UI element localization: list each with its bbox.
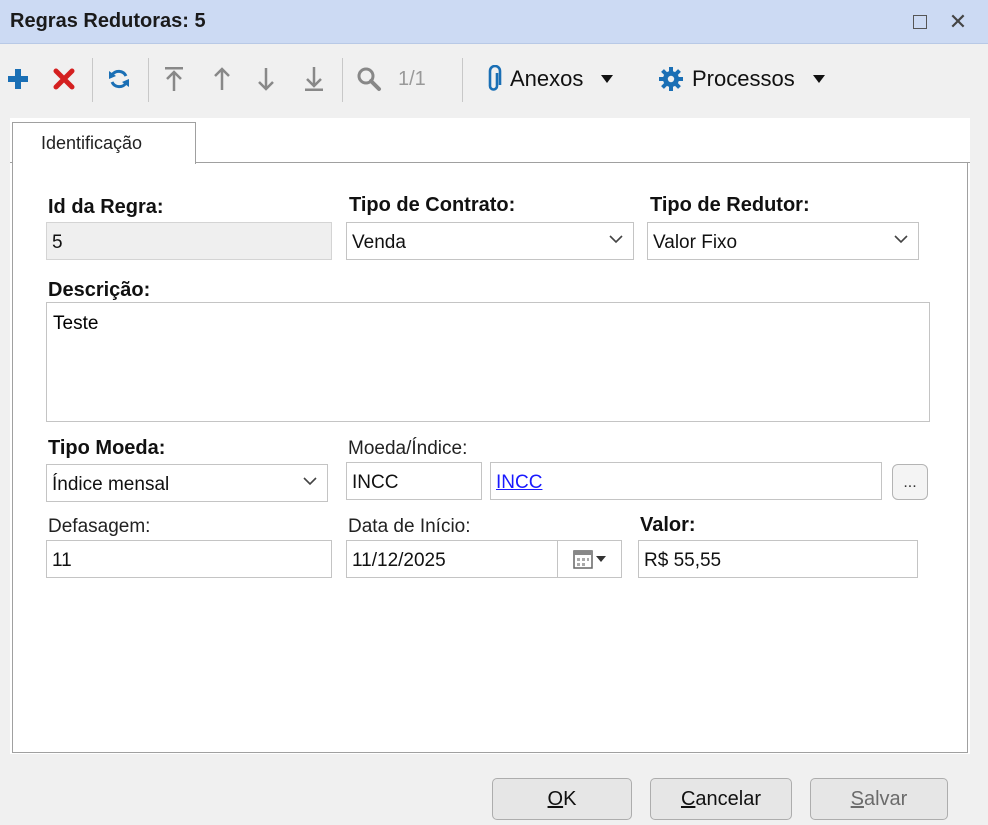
ok-button[interactable]: OK xyxy=(492,778,632,820)
save-button[interactable]: Salvar xyxy=(810,778,948,820)
refresh-button[interactable] xyxy=(104,62,134,96)
amount-input[interactable]: R$ 55,55 xyxy=(638,540,918,578)
paperclip-icon xyxy=(488,65,502,91)
refresh-icon xyxy=(109,69,129,89)
save-mnemonic: S xyxy=(850,787,864,810)
chevron-down-icon xyxy=(303,477,317,486)
date-picker-button[interactable] xyxy=(557,541,621,577)
arrow-to-bottom-icon xyxy=(305,67,323,91)
save-label: alvar xyxy=(863,787,908,810)
currency-index-lookup-button[interactable]: ... xyxy=(892,464,928,500)
ok-mnemonic: O xyxy=(547,787,564,810)
delete-x-icon xyxy=(53,68,75,90)
processes-menu[interactable]: Processos xyxy=(658,62,825,96)
dropdown-arrow-icon xyxy=(812,75,825,83)
currency-index-link[interactable]: INCC xyxy=(496,472,542,493)
rule-id-field[interactable]: 5 xyxy=(46,222,332,260)
previous-record-button[interactable] xyxy=(208,62,236,96)
rule-id-label: Id da Regra: xyxy=(48,196,164,218)
plus-icon xyxy=(8,69,28,89)
processes-label: Processos xyxy=(692,66,795,91)
contract-type-select[interactable]: Venda xyxy=(346,222,634,260)
toolbar-separator xyxy=(148,58,149,102)
next-record-button[interactable] xyxy=(252,62,280,96)
description-label: Descrição: xyxy=(48,279,151,301)
window-title: Regras Redutoras: 5 xyxy=(10,10,206,32)
currency-index-name-field: INCC xyxy=(490,462,882,500)
toolbar-separator xyxy=(92,58,93,102)
contract-type-label: Tipo de Contrato: xyxy=(349,194,516,216)
reducer-type-select[interactable]: Valor Fixo xyxy=(647,222,919,260)
title-bar: Regras Redutoras: 5 ✕ xyxy=(0,0,988,44)
cancel-button[interactable]: Cancelar xyxy=(650,778,792,820)
dropdown-arrow-icon xyxy=(596,556,606,562)
currency-type-label: Tipo Moeda: xyxy=(48,437,166,459)
lag-label: Defasagem: xyxy=(48,516,151,537)
toolbar: 1/1 Anexos Processos xyxy=(0,46,988,112)
currency-type-select[interactable]: Índice mensal xyxy=(46,464,328,502)
start-date-label: Data de Início: xyxy=(348,516,471,537)
gear-icon xyxy=(659,67,683,91)
toolbar-separator xyxy=(462,58,463,102)
maximize-button[interactable] xyxy=(906,8,934,36)
delete-button[interactable] xyxy=(50,62,78,96)
description-textarea[interactable]: Teste xyxy=(46,302,930,422)
close-icon: ✕ xyxy=(948,9,968,34)
amount-label: Valor: xyxy=(640,514,696,536)
cancel-mnemonic: C xyxy=(680,787,696,810)
ok-label: K xyxy=(563,787,577,810)
arrow-down-icon xyxy=(258,68,274,91)
currency-index-label: Moeda/Índice: xyxy=(348,438,468,459)
chevron-down-icon xyxy=(609,235,623,244)
cancel-label: ancelar xyxy=(695,787,762,810)
currency-index-code-input[interactable]: INCC xyxy=(346,462,482,500)
start-date-value: 11/12/2025 xyxy=(352,550,446,571)
search-icon xyxy=(357,67,381,91)
toolbar-separator xyxy=(342,58,343,102)
dropdown-arrow-icon xyxy=(601,75,614,83)
contract-type-value: Venda xyxy=(352,232,406,253)
lag-input[interactable]: 11 xyxy=(46,540,332,578)
close-button[interactable]: ✕ xyxy=(944,8,972,36)
attachments-menu[interactable]: Anexos xyxy=(486,62,614,96)
calendar-icon xyxy=(573,550,593,569)
search-button[interactable] xyxy=(354,62,384,96)
first-record-button[interactable] xyxy=(160,62,188,96)
reducer-type-label: Tipo de Redutor: xyxy=(650,194,810,216)
arrow-to-top-icon xyxy=(165,67,183,91)
reducer-type-value: Valor Fixo xyxy=(653,232,738,253)
currency-type-value: Índice mensal xyxy=(52,474,170,495)
attachments-label: Anexos xyxy=(510,66,584,91)
tab-identificacao[interactable]: Identificação xyxy=(12,122,196,164)
last-record-button[interactable] xyxy=(300,62,328,96)
chevron-down-icon xyxy=(894,235,908,244)
record-pager: 1/1 xyxy=(398,67,426,90)
arrow-up-icon xyxy=(214,67,230,90)
maximize-icon xyxy=(913,15,927,29)
add-button[interactable] xyxy=(4,62,32,96)
